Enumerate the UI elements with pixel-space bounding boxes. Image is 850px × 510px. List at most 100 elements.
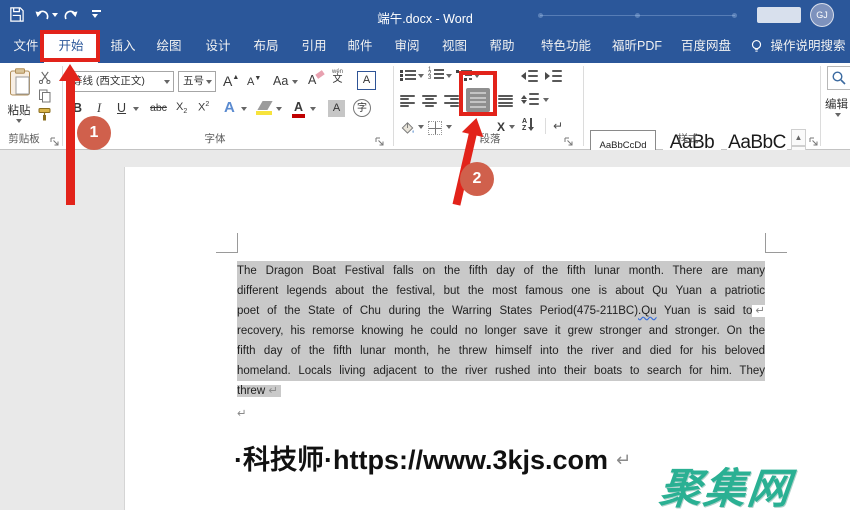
- highlight-dropdown-icon[interactable]: [276, 107, 282, 111]
- tab-file[interactable]: 文件: [8, 30, 44, 63]
- borders-dropdown-icon[interactable]: [446, 125, 452, 129]
- word-window: 端午.docx - Word GJ 文件 开始 插入 绘图 设计 布局 引用 邮…: [0, 0, 850, 510]
- align-right-button[interactable]: [444, 95, 459, 107]
- align-left-button[interactable]: [400, 95, 415, 107]
- tab-view[interactable]: 视图: [437, 30, 472, 63]
- paragraph-line: The Dragon Boat Festival falls on the fi…: [237, 261, 765, 281]
- paragraph-line: recovery, his remorse knowing he could n…: [237, 321, 765, 341]
- document-background: [0, 150, 850, 167]
- align-center-button[interactable]: [422, 95, 437, 107]
- tab-draw[interactable]: 绘图: [149, 30, 189, 63]
- character-shading-button[interactable]: A: [328, 100, 345, 117]
- document-margin-area: [0, 167, 124, 510]
- font-dialog-launcher-icon[interactable]: [375, 133, 384, 151]
- step2-callout: 2: [460, 162, 494, 196]
- bullets-button[interactable]: [400, 69, 416, 81]
- phonetic-guide-button[interactable]: wén 文: [332, 69, 343, 85]
- cut-icon[interactable]: [38, 71, 51, 89]
- enclose-characters-button[interactable]: 字: [353, 99, 371, 117]
- tab-mailings[interactable]: 邮件: [342, 30, 378, 63]
- superscript-button[interactable]: X2: [198, 101, 209, 114]
- tab-review[interactable]: 审阅: [389, 30, 425, 63]
- find-button[interactable]: [827, 66, 850, 90]
- numbering-button[interactable]: 1 2 3: [428, 68, 444, 80]
- avatar[interactable]: GJ: [810, 3, 834, 27]
- margin-mark-left: [237, 233, 238, 253]
- document-text-area[interactable]: The Dragon Boat Festival falls on the fi…: [237, 261, 765, 424]
- paragraph-line: fifth day of the fifth lunar month, he t…: [237, 341, 765, 361]
- underline-button[interactable]: U: [117, 101, 126, 115]
- watermark: 聚集网: [657, 455, 795, 510]
- line-break-mark: ↵: [752, 305, 765, 317]
- editing-dropdown-icon[interactable]: [835, 113, 841, 117]
- document-title: 端午.docx - Word: [0, 8, 850, 27]
- font-name-combo[interactable]: 等线 (西文正文): [67, 71, 174, 92]
- decrease-indent-button[interactable]: [521, 70, 538, 82]
- tab-special-features[interactable]: 特色功能: [535, 30, 597, 63]
- format-painter-icon[interactable]: [37, 107, 52, 127]
- paste-label[interactable]: 粘贴: [2, 102, 36, 118]
- bullets-dropdown-icon[interactable]: [418, 74, 424, 78]
- step1-highlight-box: [40, 30, 100, 62]
- clear-formatting-button[interactable]: A: [308, 73, 316, 87]
- tab-insert[interactable]: 插入: [104, 30, 142, 63]
- numbering-dropdown-icon[interactable]: [446, 74, 452, 78]
- strikethrough-button[interactable]: abc: [150, 102, 167, 114]
- subscript-button[interactable]: X2: [176, 101, 187, 115]
- styles-scroll-up-icon[interactable]: ▲: [791, 129, 806, 146]
- highlight-button[interactable]: [256, 101, 272, 115]
- clipboard-icon: [9, 83, 31, 100]
- change-case-dropdown-icon[interactable]: [292, 80, 298, 84]
- tab-design[interactable]: 设计: [198, 30, 238, 63]
- line-spacing-button[interactable]: [521, 93, 539, 105]
- editing-group-button[interactable]: 编辑: [825, 96, 850, 112]
- shading-dropdown-icon[interactable]: [418, 125, 424, 129]
- shrink-font-button[interactable]: A▼: [247, 75, 261, 88]
- clipboard-dialog-launcher-icon[interactable]: [50, 133, 59, 151]
- lightbulb-icon: [749, 38, 764, 59]
- tab-baidu-netdisk[interactable]: 百度网盘: [675, 30, 737, 63]
- borders-button[interactable]: [428, 121, 442, 135]
- italic-button[interactable]: I: [97, 101, 101, 116]
- copy-icon[interactable]: [38, 89, 52, 108]
- increase-indent-button[interactable]: [545, 70, 562, 82]
- change-case-button[interactable]: Aa: [273, 74, 288, 88]
- step1-callout: 1: [77, 116, 111, 150]
- tell-me-search[interactable]: 操作说明搜索: [766, 30, 850, 63]
- paste-button[interactable]: [9, 68, 31, 101]
- paragraph-mark: ↵: [616, 450, 631, 470]
- tab-help[interactable]: 帮助: [484, 30, 520, 63]
- paragraph-mark: ↵: [237, 408, 247, 420]
- empty-paragraph: ↵: [237, 404, 765, 424]
- step1-arrow: [66, 79, 75, 205]
- show-marks-button[interactable]: ↵: [553, 119, 563, 133]
- margin-mark-right: [765, 233, 766, 253]
- margin-mark-right: [765, 252, 787, 253]
- sort-button[interactable]: AZ: [522, 118, 534, 132]
- step2-highlight-box: [459, 71, 497, 116]
- spellcheck-wavy-underline: .Qu: [638, 305, 657, 317]
- grow-font-button[interactable]: A▲: [223, 73, 239, 89]
- paragraph-dialog-launcher-icon[interactable]: [564, 133, 573, 151]
- character-border-button[interactable]: A: [357, 71, 376, 90]
- asian-layout-dropdown-icon[interactable]: [509, 125, 515, 129]
- distribute-button[interactable]: [498, 95, 513, 107]
- font-color-dropdown-icon[interactable]: [310, 107, 316, 111]
- tab-foxit-pdf[interactable]: 福昕PDF: [607, 30, 667, 63]
- shading-bucket-icon[interactable]: [400, 120, 415, 140]
- tab-layout[interactable]: 布局: [246, 30, 286, 63]
- paragraph-line: different legends about the festival, bu…: [237, 281, 765, 301]
- paste-dropdown-icon[interactable]: [16, 119, 22, 123]
- font-color-button[interactable]: A: [292, 100, 305, 118]
- tab-references[interactable]: 引用: [294, 30, 334, 63]
- font-size-combo[interactable]: 五号: [178, 71, 216, 92]
- line-spacing-dropdown-icon[interactable]: [543, 98, 549, 102]
- paragraph-line: homeland. Locals living adjacent to the …: [237, 361, 765, 381]
- user-name-redacted: [757, 7, 801, 23]
- underline-dropdown-icon[interactable]: [133, 107, 139, 111]
- text-effects-dropdown-icon[interactable]: [241, 107, 247, 111]
- styles-group-label: 样式: [668, 131, 708, 145]
- text-effects-button[interactable]: A: [224, 99, 235, 116]
- clipboard-group-label: 剪贴板: [2, 131, 46, 145]
- styles-dialog-launcher-icon[interactable]: [809, 133, 818, 151]
